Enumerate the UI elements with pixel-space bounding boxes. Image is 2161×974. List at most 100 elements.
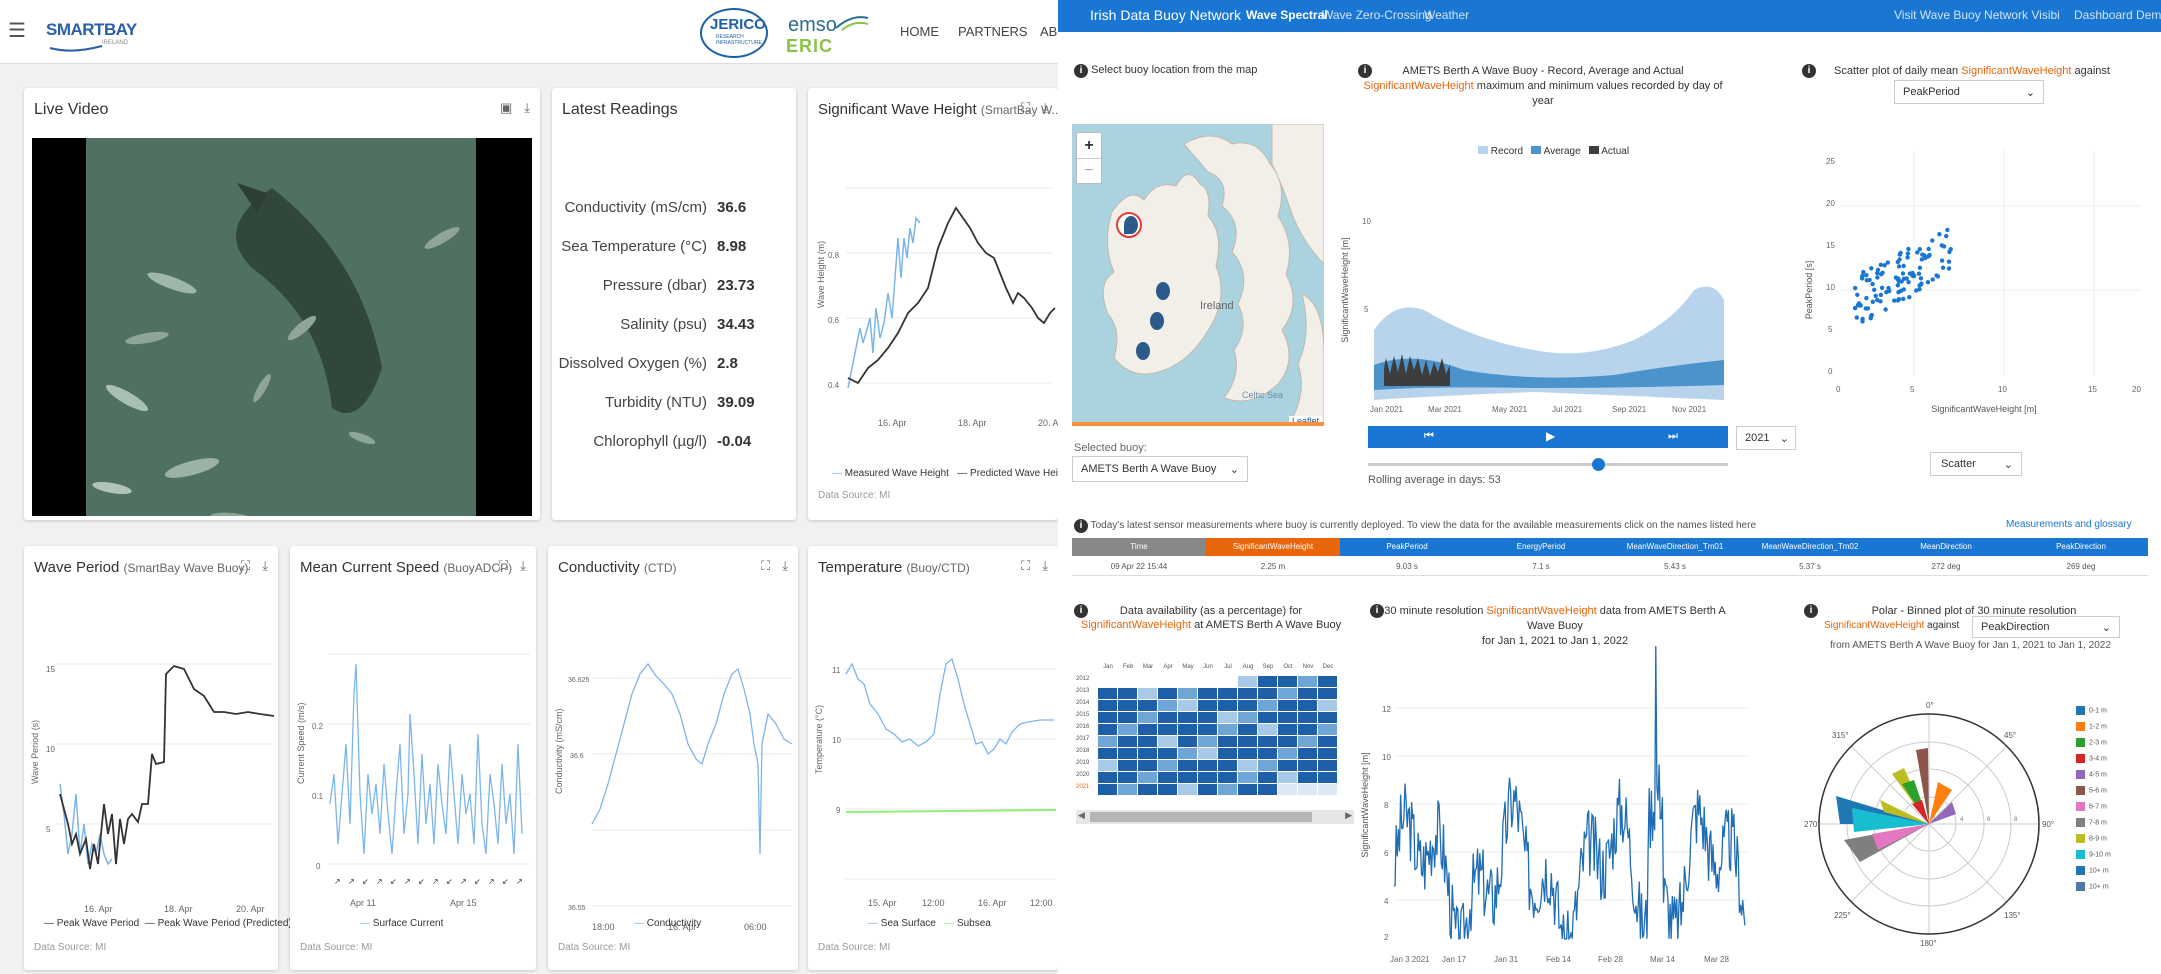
link-visit-network[interactable]: Visit Wave Buoy Network Visibi xyxy=(1894,8,2060,22)
polar-legend-item[interactable]: 4-5 m xyxy=(2076,770,2111,786)
tab-wave-spectral[interactable]: Wave Spectral xyxy=(1246,8,1328,22)
heatmap-cell xyxy=(1098,712,1117,723)
heatmap-month: Feb xyxy=(1122,664,1134,670)
expand-icon[interactable]: ⛶ xyxy=(1021,558,1030,573)
table-header-mwd2[interactable]: MeanWaveDirection_Tm02 xyxy=(1742,538,1878,556)
heatmap-cell xyxy=(1118,736,1137,747)
scrollbar-thumb[interactable] xyxy=(1090,812,1312,822)
heatmap-cell xyxy=(1218,772,1237,783)
buoy-select[interactable]: AMETS Berth A Wave Buoy ⌄ xyxy=(1072,456,1248,482)
tab-wave-zero-crossing[interactable]: Wave Zero-Crossing xyxy=(1322,8,1432,22)
svg-text:↗: ↗ xyxy=(334,877,341,886)
scatter-point xyxy=(1898,288,1904,293)
table-header-pp[interactable]: PeakPeriod xyxy=(1340,538,1474,556)
scatter-point xyxy=(1895,298,1901,303)
skip-forward-button[interactable]: ⏭ xyxy=(1668,430,1678,443)
heatmap-cell xyxy=(1218,748,1237,759)
svg-text:20. Apr: 20. Apr xyxy=(236,904,265,914)
nav-about[interactable]: AB xyxy=(1040,24,1057,39)
video-player[interactable] xyxy=(32,138,532,516)
zoom-out-button[interactable]: − xyxy=(1077,159,1101,183)
buoy-marker[interactable] xyxy=(1124,216,1138,234)
download-icon[interactable]: ⤓ xyxy=(520,558,526,573)
heatmap-cell xyxy=(1238,736,1257,747)
download-icon[interactable]: ⤓ xyxy=(782,558,788,573)
heatmap-cell xyxy=(1138,688,1157,699)
map-zoom-control: + − xyxy=(1076,132,1102,184)
scatter-type-select[interactable]: Scatter ⌄ xyxy=(1930,452,2022,476)
table-header-pd[interactable]: PeakDirection xyxy=(2014,538,2148,556)
svg-text:↙: ↙ xyxy=(474,877,481,886)
polar-legend-item[interactable]: 0-1 m xyxy=(2076,706,2111,722)
expand-icon[interactable]: ⛶ xyxy=(1021,100,1030,115)
emso-eric-logo[interactable]: emso ERIC xyxy=(782,10,872,58)
polar-direction-select[interactable]: PeakDirection ⌄ xyxy=(1972,616,2120,638)
glossary-link[interactable]: Measurements and glossary xyxy=(2006,519,2132,530)
slider-thumb[interactable] xyxy=(1592,458,1605,471)
skip-back-button[interactable]: ⏮ xyxy=(1424,430,1434,443)
polar-legend-item[interactable]: 6-7 m xyxy=(2076,802,2111,818)
heatmap-cell xyxy=(1158,724,1177,735)
heatmap-cell xyxy=(1138,724,1157,735)
polar-variable-1[interactable]: SignificantWaveHeight against xyxy=(1824,620,1959,631)
table-header-swh[interactable]: SignificantWaveHeight xyxy=(1206,538,1340,556)
rolling-slider[interactable] xyxy=(1368,458,1728,471)
polar-legend-item[interactable]: 5-6 m xyxy=(2076,786,2111,802)
heatmap-cell xyxy=(1258,712,1277,723)
pip-icon[interactable]: ▣ xyxy=(500,100,512,115)
polar-legend-item[interactable]: 10+ m xyxy=(2076,866,2111,882)
heatmap-scrollbar[interactable]: ◀ ▶ xyxy=(1076,810,1354,824)
expand-icon[interactable]: ⛶ xyxy=(761,558,770,573)
buoy-marker[interactable] xyxy=(1156,282,1170,300)
download-icon[interactable]: ⤓ xyxy=(524,100,530,115)
polar-legend-item[interactable]: 8-9 m xyxy=(2076,834,2111,850)
scatter-variable-select[interactable]: PeakPeriod ⌄ xyxy=(1894,80,2044,104)
download-icon[interactable]: ⤓ xyxy=(1042,100,1048,115)
polar-legend-item[interactable]: 7-8 m xyxy=(2076,818,2111,834)
polar-legend-item[interactable]: 2-3 m xyxy=(2076,738,2111,754)
expand-icon[interactable]: ⛶ xyxy=(499,558,508,573)
svg-text:10: 10 xyxy=(1382,753,1391,762)
playback-bar: ⏮ ▶ ⏭ xyxy=(1368,426,1728,448)
svg-text:↗: ↗ xyxy=(432,877,439,886)
scatter-point xyxy=(1901,263,1906,269)
year-select[interactable]: 2021 ⌄ xyxy=(1736,426,1796,450)
current-speed-title: Mean Current Speed (BuoyADCP) xyxy=(300,559,513,576)
scatter-point xyxy=(1860,316,1865,322)
polar-legend-item[interactable]: 1-2 m xyxy=(2076,722,2111,738)
live-video-card: Live Video ▣ ⤓ xyxy=(24,88,540,520)
link-dashboard-demo[interactable]: Dashboard Demo xyxy=(2074,8,2161,22)
menu-icon[interactable]: ☰ xyxy=(8,18,26,43)
table-header-time[interactable]: Time xyxy=(1072,538,1206,556)
tab-weather[interactable]: Weather xyxy=(1424,8,1469,22)
play-button[interactable]: ▶ xyxy=(1546,429,1555,443)
heatmap-cell xyxy=(1138,784,1157,795)
nav-partners[interactable]: PARTNERS xyxy=(958,24,1028,39)
zoom-in-button[interactable]: + xyxy=(1077,133,1101,159)
nav-home[interactable]: HOME xyxy=(900,24,939,39)
expand-icon[interactable]: ⛶ xyxy=(241,558,250,573)
reading-label: Dissolved Oxygen (%) xyxy=(558,355,707,372)
buoy-map[interactable]: + − Ireland Celtic Sea Leaflet xyxy=(1072,124,1324,426)
table-header-ep[interactable]: EnergyPeriod xyxy=(1474,538,1608,556)
polar-legend-item[interactable]: 9-10 m xyxy=(2076,850,2111,866)
buoy-marker[interactable] xyxy=(1136,342,1150,360)
svg-text:Nov 2021: Nov 2021 xyxy=(1672,405,1707,414)
polar-legend-item[interactable]: 3-4 m xyxy=(2076,754,2111,770)
heatmap-year: 2013 xyxy=(1076,688,1090,694)
buoy-marker[interactable] xyxy=(1150,312,1164,330)
polar-legend-item[interactable]: 10+ m xyxy=(2076,882,2111,898)
scatter-point xyxy=(1911,274,1916,279)
table-header-mwd1[interactable]: MeanWaveDirection_Tm01 xyxy=(1608,538,1742,556)
scatter-point xyxy=(1905,255,1910,260)
heatmap-cell xyxy=(1258,784,1277,795)
download-icon[interactable]: ⤓ xyxy=(262,558,268,573)
record-chart-caption: i AMETS Berth A Wave Buoy - Record, Aver… xyxy=(1358,64,1728,109)
table-header-md[interactable]: MeanDirection xyxy=(1878,538,2014,556)
heatmap-cell xyxy=(1218,724,1237,735)
jerico-logo[interactable]: JERICO RESEARCH INFRASTRUCTURE xyxy=(698,6,770,60)
svg-text:20: 20 xyxy=(2132,385,2141,394)
svg-text:0.2: 0.2 xyxy=(312,722,324,731)
download-icon[interactable]: ⤓ xyxy=(1042,558,1048,573)
temperature-title: Temperature (Buoy/CTD) xyxy=(818,559,970,576)
